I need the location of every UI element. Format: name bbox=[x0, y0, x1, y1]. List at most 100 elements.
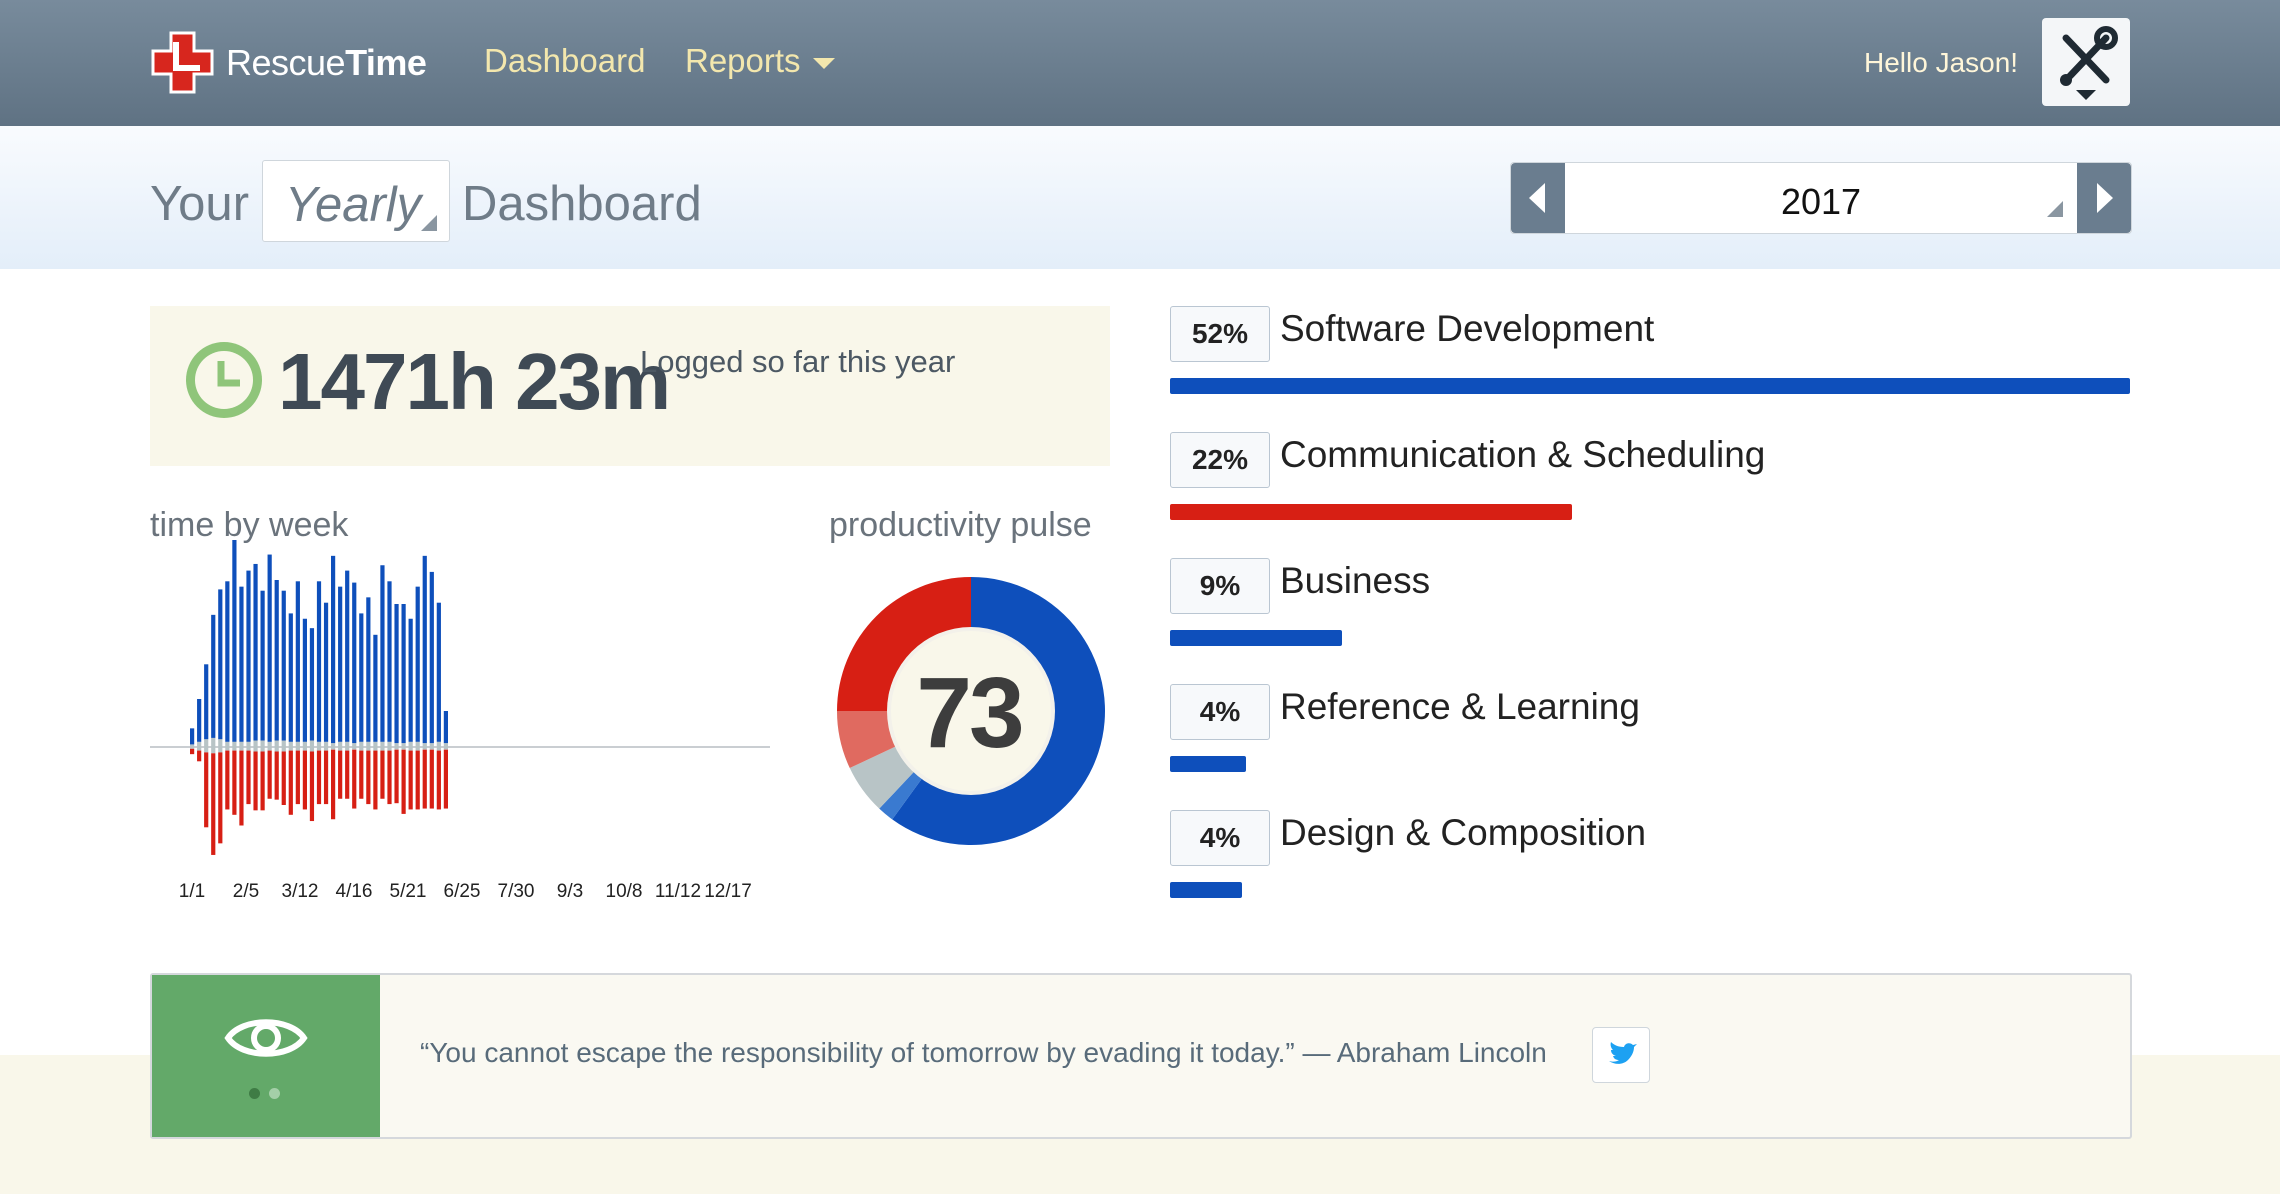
nav-dashboard-link[interactable]: Dashboard bbox=[484, 42, 645, 80]
week-bar-productive bbox=[295, 581, 300, 742]
week-bar-neutral bbox=[338, 741, 343, 751]
week-bar-neutral bbox=[373, 741, 378, 751]
week-bar-distracting bbox=[204, 752, 209, 828]
week-bar-productive bbox=[204, 664, 209, 740]
category-percent-badge: 52% bbox=[1170, 306, 1270, 362]
week-tick-label: 9/3 bbox=[557, 881, 583, 902]
week-bar-productive bbox=[281, 590, 286, 741]
week-bar-distracting bbox=[352, 749, 357, 809]
week-bar-neutral bbox=[197, 741, 202, 751]
week-bar-productive bbox=[345, 570, 350, 742]
week-bar-productive bbox=[408, 618, 413, 742]
week-bar-productive bbox=[232, 540, 237, 742]
category-percent-badge: 4% bbox=[1170, 810, 1270, 866]
rescuetime-logo[interactable] bbox=[150, 30, 215, 95]
week-bar-distracting bbox=[408, 750, 413, 810]
week-bar-productive bbox=[288, 613, 293, 742]
week-bar-productive bbox=[436, 602, 441, 742]
user-greeting: Hello Jason! bbox=[1864, 47, 2019, 78]
category-bar bbox=[1170, 630, 1342, 646]
week-bar-distracting bbox=[288, 750, 293, 815]
week-bar-distracting bbox=[345, 750, 350, 799]
week-bar-productive bbox=[359, 613, 364, 742]
category-name-link[interactable]: Business bbox=[1280, 560, 1430, 602]
week-bar-neutral bbox=[204, 739, 209, 753]
category-name-link[interactable]: Software Development bbox=[1280, 308, 1654, 350]
week-bar-productive bbox=[316, 581, 322, 742]
twitter-bird-icon bbox=[1609, 1042, 1637, 1064]
week-bar-neutral bbox=[267, 741, 272, 751]
week-bar-distracting bbox=[366, 750, 371, 805]
period-select[interactable]: Yearly bbox=[262, 160, 450, 242]
week-bar-distracting bbox=[436, 750, 441, 810]
week-bar-distracting bbox=[260, 751, 265, 811]
week-bar-productive bbox=[401, 604, 406, 744]
select-corner-icon bbox=[421, 215, 437, 231]
week-bar-neutral bbox=[429, 743, 434, 750]
brand-name[interactable]: RescueTime bbox=[226, 42, 427, 84]
year-select-value: 2017 bbox=[1780, 181, 1862, 222]
quote-text: “You cannot escape the responsibility of… bbox=[420, 1037, 1547, 1068]
week-bar-distracting bbox=[225, 750, 230, 810]
week-bar-productive bbox=[218, 589, 223, 740]
next-year-button[interactable] bbox=[2077, 163, 2131, 233]
week-bar-productive bbox=[267, 554, 272, 742]
previous-year-button[interactable] bbox=[1511, 163, 1565, 233]
time-by-week-chart: 1/1 2/5 3/12 4/16 5/21 6/25 7/30 9/3 10/8 11/12 12… bbox=[150, 540, 770, 902]
week-bar-productive bbox=[274, 580, 279, 741]
category-name-link[interactable]: Design & Composition bbox=[1280, 812, 1646, 854]
week-bar-distracting bbox=[323, 750, 329, 805]
tweet-quote-button[interactable] bbox=[1592, 1027, 1650, 1083]
wrench-screwdriver-icon bbox=[2060, 26, 2118, 100]
year-select[interactable]: 2017 bbox=[1565, 163, 2077, 233]
week-bar-neutral bbox=[323, 741, 329, 751]
week-bar-distracting bbox=[302, 750, 307, 810]
week-bar-neutral bbox=[316, 741, 322, 751]
week-bar-neutral bbox=[408, 741, 413, 751]
week-bar-neutral bbox=[415, 741, 420, 751]
week-bar-distracting bbox=[309, 751, 315, 822]
week-bar-neutral bbox=[281, 740, 286, 752]
week-bar-neutral bbox=[436, 741, 441, 751]
week-bar-neutral bbox=[309, 740, 315, 752]
week-bar-productive bbox=[422, 555, 427, 744]
week-bar-productive bbox=[211, 614, 216, 738]
category-bar bbox=[1170, 756, 1246, 772]
week-tick-label: 4/16 bbox=[336, 881, 373, 902]
category-name-link[interactable]: Reference & Learning bbox=[1280, 686, 1640, 728]
week-bar-distracting bbox=[267, 750, 272, 799]
arrow-right-icon bbox=[2097, 183, 2113, 213]
week-bar-productive bbox=[323, 602, 329, 742]
week-bar-distracting bbox=[443, 749, 448, 809]
carousel-dot[interactable] bbox=[249, 1088, 260, 1099]
week-bar-neutral bbox=[422, 743, 427, 750]
week-bar-neutral bbox=[359, 741, 364, 751]
carousel-dot[interactable] bbox=[269, 1088, 280, 1099]
week-bar-neutral bbox=[211, 737, 216, 754]
week-bar-productive bbox=[415, 586, 420, 742]
week-bar-neutral bbox=[274, 740, 279, 752]
week-bar-distracting bbox=[331, 749, 336, 820]
settings-tools-button[interactable] bbox=[2042, 18, 2130, 106]
week-bar-productive bbox=[302, 618, 307, 742]
category-name-link[interactable]: Communication & Scheduling bbox=[1280, 434, 1765, 476]
productivity-pulse-donut: 73 bbox=[837, 577, 1105, 845]
week-bar-neutral bbox=[352, 743, 357, 750]
week-bar-productive bbox=[352, 582, 357, 744]
productivity-pulse-chart: 73 bbox=[826, 566, 1116, 856]
week-bar-distracting bbox=[239, 750, 244, 826]
week-tick-label: 3/12 bbox=[282, 881, 319, 902]
week-bar-distracting bbox=[218, 752, 223, 844]
week-bar-neutral bbox=[295, 741, 300, 751]
eye-icon bbox=[224, 1019, 308, 1057]
week-bar-distracting bbox=[373, 750, 378, 810]
week-bar-distracting bbox=[211, 753, 216, 855]
quote-panel: “You cannot escape the responsibility of… bbox=[150, 973, 2132, 1139]
week-bar-productive bbox=[239, 586, 244, 742]
week-bar-productive bbox=[394, 604, 399, 744]
week-bar-neutral bbox=[239, 741, 244, 751]
week-tick-label: 1/1 bbox=[179, 881, 205, 902]
week-tick-label: 12/17 bbox=[704, 881, 752, 902]
nav-reports-menu[interactable]: Reports bbox=[685, 42, 835, 80]
week-bar-distracting bbox=[394, 749, 399, 804]
